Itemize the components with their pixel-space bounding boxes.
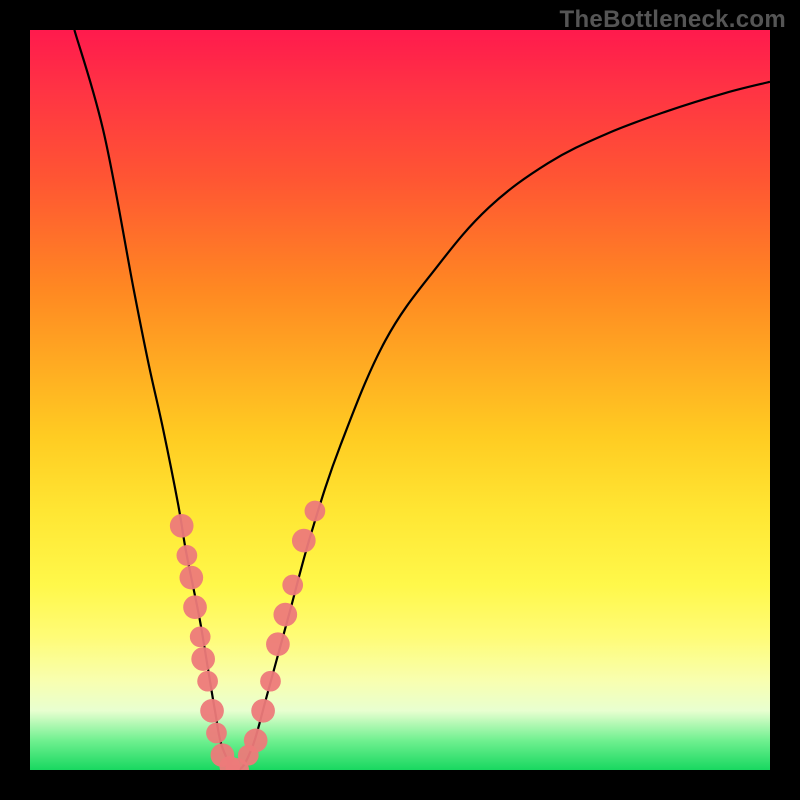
bottleneck-curve bbox=[74, 30, 770, 770]
curve-svg bbox=[30, 30, 770, 770]
curve-marker bbox=[305, 501, 326, 522]
curve-marker bbox=[260, 671, 281, 692]
curve-marker bbox=[177, 545, 198, 566]
chart-frame: TheBottleneck.com bbox=[0, 0, 800, 800]
curve-marker bbox=[282, 575, 303, 596]
curve-marker bbox=[191, 647, 215, 671]
curve-marker bbox=[179, 566, 203, 590]
curve-marker bbox=[170, 514, 194, 538]
curve-marker bbox=[197, 671, 218, 692]
curve-marker bbox=[183, 595, 207, 619]
curve-marker bbox=[273, 603, 297, 627]
curve-markers bbox=[170, 501, 325, 770]
curve-marker bbox=[251, 699, 275, 723]
curve-marker bbox=[266, 632, 290, 656]
curve-marker bbox=[292, 529, 316, 553]
plot-area bbox=[30, 30, 770, 770]
curve-marker bbox=[200, 699, 224, 723]
curve-marker bbox=[206, 723, 227, 744]
curve-marker bbox=[244, 729, 268, 753]
curve-marker bbox=[190, 626, 211, 647]
